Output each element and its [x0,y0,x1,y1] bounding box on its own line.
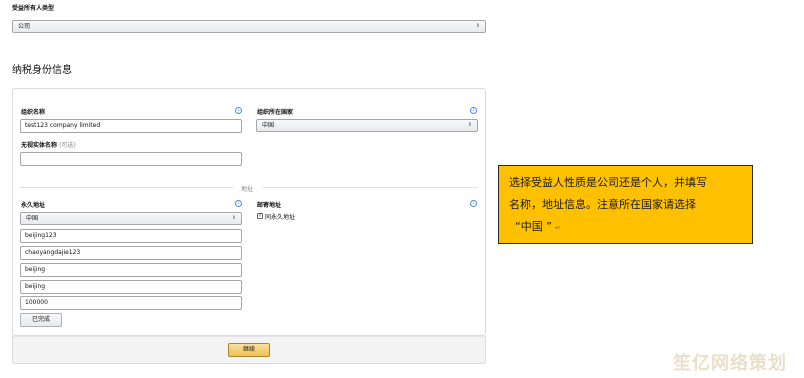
info-icon[interactable]: i [235,107,242,114]
select-arrow-icon: ⇕ [475,23,480,29]
info-icon[interactable]: i [470,200,477,207]
permanent-address-label: 永久地址 [21,202,46,209]
select-arrow-icon: ⇕ [231,215,236,221]
annotation-callout: 选择受益人性质是公司还是个人，并填写 名称，地址信息。注意所在国家请选择 “中国… [498,165,753,244]
province-input[interactable]: beijing [20,280,242,294]
org-country-value: 中国 [262,122,275,129]
disregarded-entity-label: 无视实体名称 (可选) [21,140,76,149]
address-line-1-input[interactable]: beijing123 [20,229,242,243]
org-country-label: 组织所在国家 [257,109,294,116]
org-name-label: 组织名称 [21,109,46,116]
callout-line: “中国 ” ↵ [509,216,742,239]
mailing-address-label: 邮寄地址 [257,202,282,209]
address-divider-label: 地址 [241,186,254,193]
optional-tag: (可选) [59,142,76,149]
postal-code-input[interactable]: 100000 [20,296,242,310]
same-address-checkbox[interactable]: ✓ [257,213,263,219]
select-arrow-icon: ⇕ [467,122,472,128]
continue-button[interactable]: 继续 [228,343,270,357]
owner-type-label: 受益所有人类型 [12,5,55,12]
permanent-country-select[interactable]: 中国 ⇕ [20,212,242,225]
callout-line-text: “中国 ” [515,220,552,233]
address-divider-right [262,187,478,188]
done-button[interactable]: 已完成 [20,313,62,327]
info-icon[interactable]: i [235,200,242,207]
disregarded-entity-input[interactable] [20,152,242,166]
callout-line: 选择受益人性质是公司还是个人，并填写 [509,176,707,189]
permanent-country-value: 中国 [26,215,39,222]
owner-type-select[interactable]: 公司 ⇕ [12,20,486,33]
section-title: 纳税身份信息 [12,65,72,76]
callout-line: 名称，地址信息。注意所在国家请选择 [509,198,696,211]
info-icon[interactable]: i [470,107,477,114]
org-country-select[interactable]: 中国 ⇕ [256,119,478,132]
watermark: 笙亿网络策划 [673,353,787,374]
owner-type-value: 公司 [18,23,31,30]
org-name-input[interactable]: test123 company limited [20,119,242,133]
address-divider-left [20,187,234,188]
disregarded-entity-label-text: 无视实体名称 [21,142,58,149]
return-mark-icon: ↵ [554,224,561,232]
city-input[interactable]: beijing [20,263,242,277]
same-address-label: 同永久地址 [265,214,296,221]
address-line-2-input[interactable]: chaoyangdajie123 [20,246,242,260]
